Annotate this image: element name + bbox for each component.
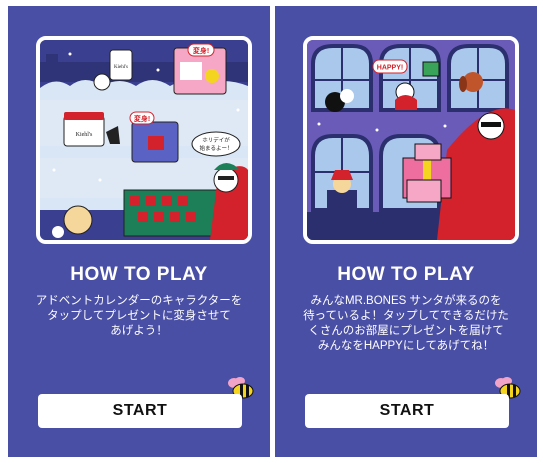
jar-brand-label: Kiehl's <box>76 132 93 138</box>
jar-brand-label: Kiehl's <box>114 65 128 70</box>
building-windows-illustration: HAPPY! <box>303 36 519 244</box>
advent-calendar-illustration: Kiehl's 変身! Kiehl's 変身! ホリデイが 始まるよー！ <box>36 36 252 244</box>
how-to-play-screen-2: HAPPY! HOW TO PLAY みんなMR.BONES サンタが来るのを … <box>275 6 537 457</box>
start-button[interactable]: START <box>38 394 242 428</box>
speech-bubble: 始まるよー！ <box>199 144 232 152</box>
how-to-play-heading: HOW TO PLAY <box>337 264 475 285</box>
how-to-play-heading: HOW TO PLAY <box>70 264 208 285</box>
instructions-line: みんなMR.BONES サンタが来るのを <box>310 295 502 307</box>
instructions-line: アドベントカレンダーのキャラクターを <box>35 295 243 307</box>
instructions-line: くさんのお部屋にプレゼントを届けて <box>308 325 504 337</box>
instructions-line: あげよう！ <box>110 325 168 337</box>
how-to-play-screen-1: Kiehl's 変身! Kiehl's 変身! ホリデイが 始まるよー！ HOW… <box>8 6 270 457</box>
happy-speech-bubble: HAPPY! <box>377 65 403 72</box>
instructions-text: アドベントカレンダーのキャラクターを タップしてプレゼントに変身させて あげよう… <box>22 294 256 339</box>
instructions-line: 待っているよ！タップしてできるだけた <box>303 310 509 322</box>
start-button[interactable]: START <box>305 394 509 428</box>
instructions-text: みんなMR.BONES サンタが来るのを 待っているよ！タップしてできるだけた … <box>289 294 523 354</box>
speech-bubble: ホリデイが <box>202 136 230 144</box>
speech-bubble: 変身! <box>134 114 150 123</box>
instructions-line: タップしてプレゼントに変身させて <box>47 310 231 322</box>
instructions-line: みんなをHAPPYにしてあげてね！ <box>317 340 495 352</box>
speech-bubble: 変身! <box>193 46 209 55</box>
